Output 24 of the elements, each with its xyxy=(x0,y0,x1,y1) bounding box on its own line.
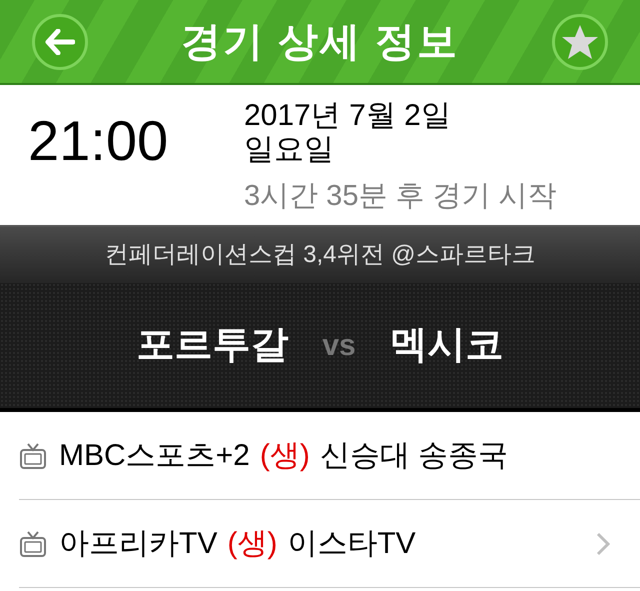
commentator-names: 이스타TV xyxy=(287,526,416,562)
channel-name: 아프리카TV xyxy=(59,526,218,562)
countdown-text: 3시간 35분 후 경기 시작 xyxy=(244,179,557,213)
competition-label: 컨페더레이션스컵 3,4위전 @스파르타크 xyxy=(104,240,536,270)
back-button[interactable] xyxy=(32,14,88,70)
live-tag: (생) xyxy=(227,521,278,566)
tv-icon xyxy=(19,530,47,558)
broadcast-row[interactable]: MBC스포츠+2 (생) 신승대 송종국 xyxy=(19,412,640,500)
chevron-right-icon xyxy=(596,532,610,556)
window-title: 경기 상세 정보 xyxy=(180,18,460,66)
home-team: 포르투갈 xyxy=(136,323,288,368)
broadcast-row[interactable]: 아프리카TV (생) 이스타TV xyxy=(19,500,640,588)
star-icon xyxy=(560,24,599,60)
match-weekday: 일요일 xyxy=(244,133,335,167)
favorite-button[interactable] xyxy=(552,14,608,70)
tv-icon xyxy=(19,442,47,470)
vs-label: vs xyxy=(322,328,356,364)
away-team: 멕시코 xyxy=(390,323,504,368)
live-tag: (생) xyxy=(260,433,310,478)
match-time: 21:00 xyxy=(27,108,170,169)
channel-name: MBC스포츠+2 xyxy=(59,438,250,474)
match-date: 2017년 7월 2일 xyxy=(244,99,452,133)
back-arrow-icon xyxy=(45,28,75,54)
commentator-names: 신승대 송종국 xyxy=(320,438,508,474)
